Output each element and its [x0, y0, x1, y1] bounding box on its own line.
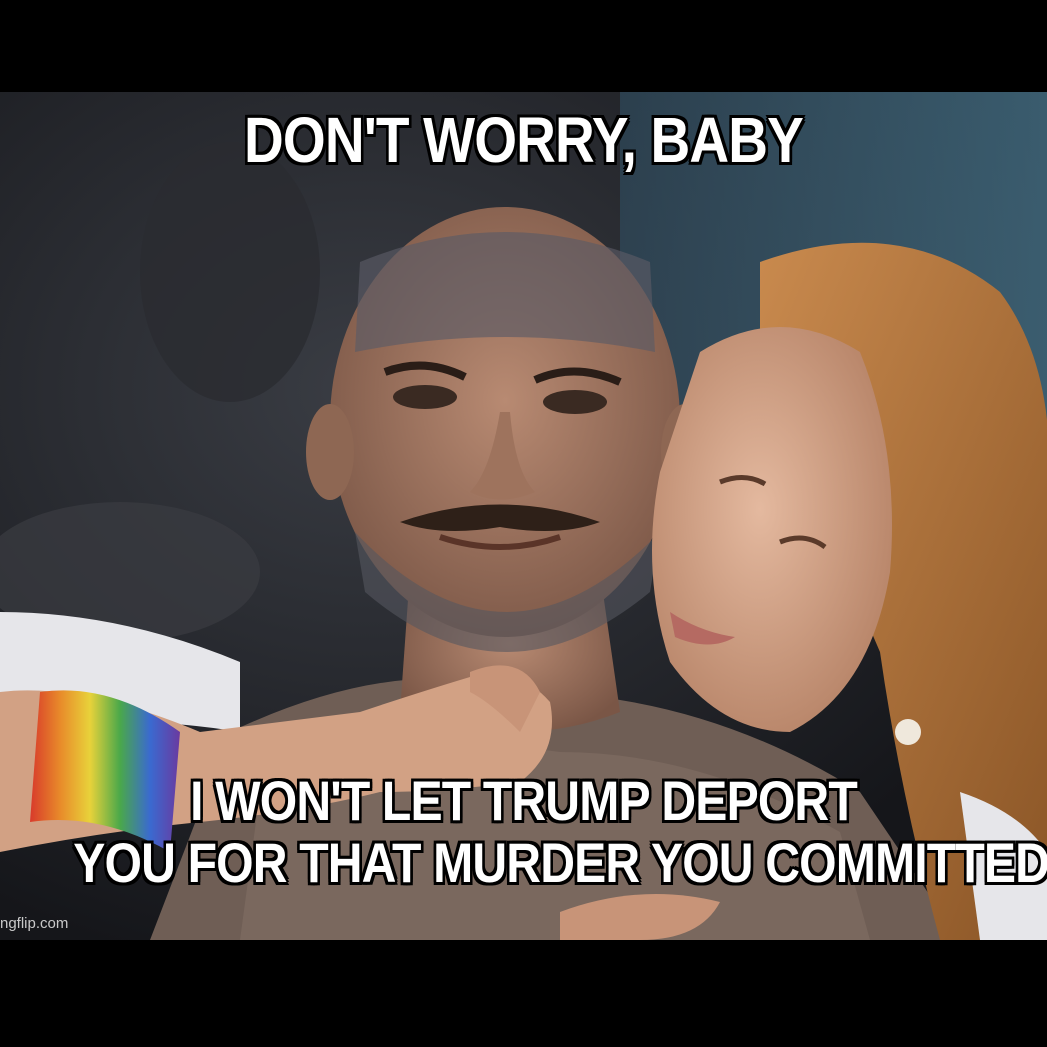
meme-frame: DON'T WORRY, BABY I WON'T LET TRUMP DEPO…	[0, 0, 1047, 1047]
bottom-caption-line-2: YOU FOR THAT MURDER YOU COMMITTED	[73, 831, 1047, 894]
imgflip-watermark: ngflip.com	[0, 915, 69, 932]
bottom-caption-line-1: I WON'T LET TRUMP DEPORT	[190, 769, 858, 832]
top-caption: DON'T WORRY, BABY	[243, 104, 804, 176]
bottom-caption: I WON'T LET TRUMP DEPORT YOU FOR THAT MU…	[73, 769, 1047, 894]
